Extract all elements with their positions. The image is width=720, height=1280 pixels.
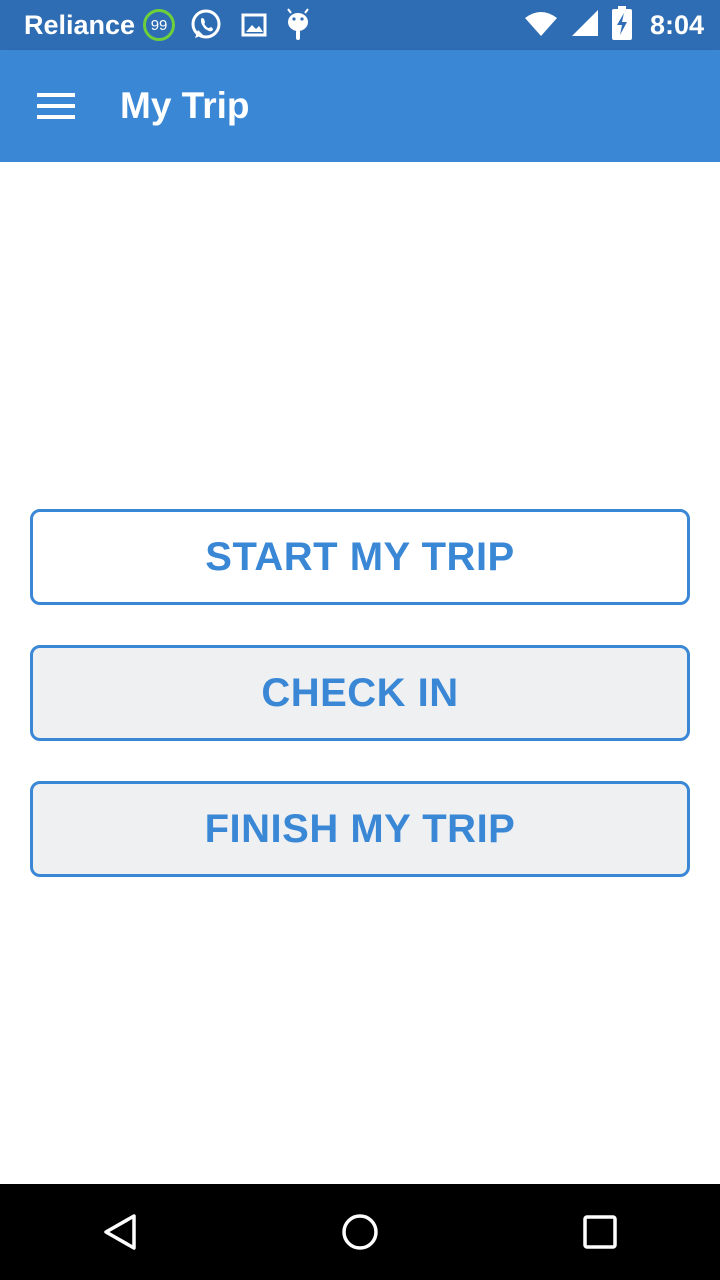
status-icons: 8:04 xyxy=(524,5,704,45)
wifi-icon xyxy=(524,10,558,41)
app-bar: My Trip xyxy=(0,50,720,162)
signal-icon xyxy=(570,8,600,43)
finish-my-trip-button[interactable]: FINISH MY TRIP xyxy=(30,781,690,877)
android-icon xyxy=(285,8,311,42)
navigation-bar xyxy=(0,1184,720,1280)
carrier-name: Reliance xyxy=(24,9,136,40)
page-title: My Trip xyxy=(120,85,250,126)
recents-icon[interactable] xyxy=(552,1184,648,1280)
status-bar: Reliance 99 8:04 xyxy=(0,0,720,50)
main-content: START MY TRIP CHECK IN FINISH MY TRIP xyxy=(0,162,720,1184)
back-icon[interactable] xyxy=(72,1184,168,1280)
start-my-trip-button[interactable]: START MY TRIP xyxy=(30,509,690,605)
hamburger-menu-icon[interactable] xyxy=(0,50,112,162)
image-icon xyxy=(241,13,267,37)
clock: 8:04 xyxy=(649,9,704,40)
battery-charging-icon xyxy=(611,5,632,45)
check-in-button[interactable]: CHECK IN xyxy=(30,645,690,741)
whatsapp-icon xyxy=(189,8,223,42)
notification-count-badge: 99 xyxy=(143,9,176,41)
home-icon[interactable] xyxy=(312,1184,408,1280)
